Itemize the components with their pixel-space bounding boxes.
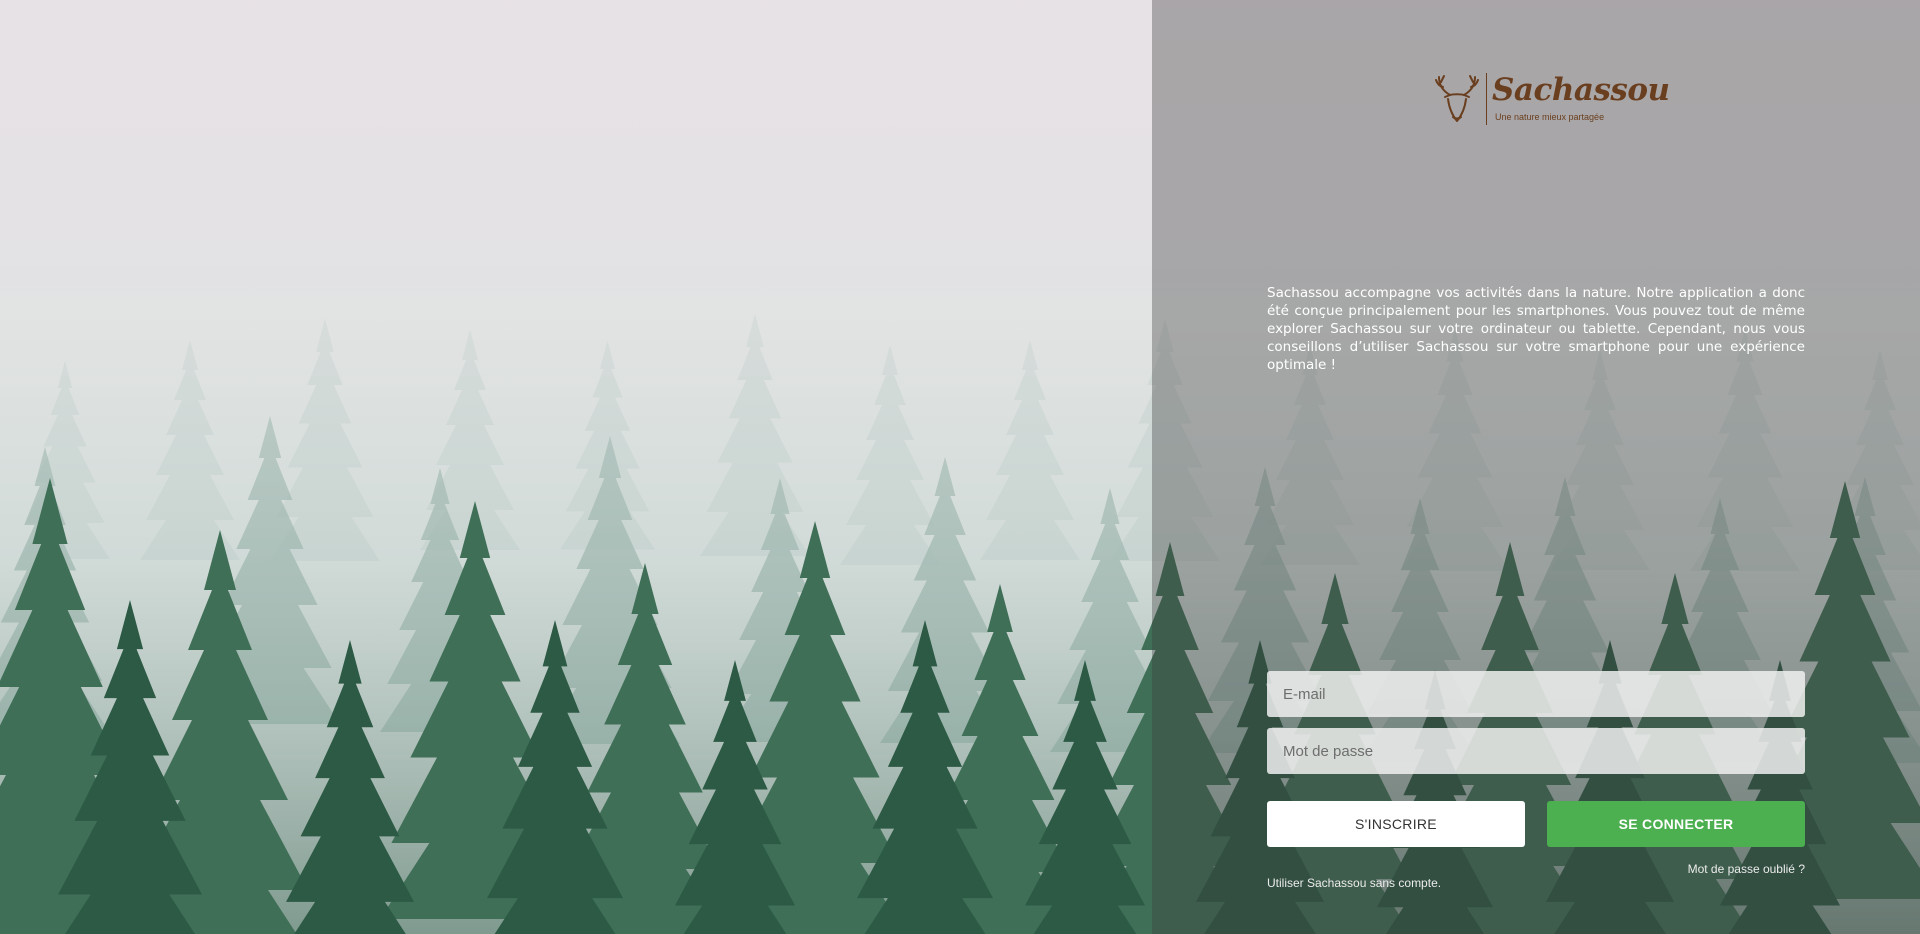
email-field[interactable]	[1267, 671, 1805, 717]
forgot-password-link[interactable]: Mot de passe oublié ?	[1688, 862, 1805, 876]
login-button[interactable]: SE CONNECTER	[1547, 801, 1805, 847]
logo-divider	[1486, 73, 1487, 125]
brand-tagline: Une nature mieux partagée	[1495, 112, 1605, 122]
register-button[interactable]: S'INSCRIRE	[1267, 801, 1525, 847]
guest-access-link[interactable]: Utiliser Sachassou sans compte.	[1267, 876, 1441, 890]
brand-logo: Sachassou Une nature mieux partagée	[1435, 70, 1670, 130]
deer-head-icon	[1435, 75, 1479, 122]
intro-text: Sachassou accompagne vos activités dans …	[1267, 285, 1805, 373]
password-field[interactable]	[1267, 728, 1805, 774]
login-page: Sachassou Une nature mieux partagée Sach…	[0, 0, 1920, 934]
login-panel: Sachassou Une nature mieux partagée Sach…	[1152, 0, 1920, 934]
brand-name: Sachassou	[1492, 72, 1670, 108]
